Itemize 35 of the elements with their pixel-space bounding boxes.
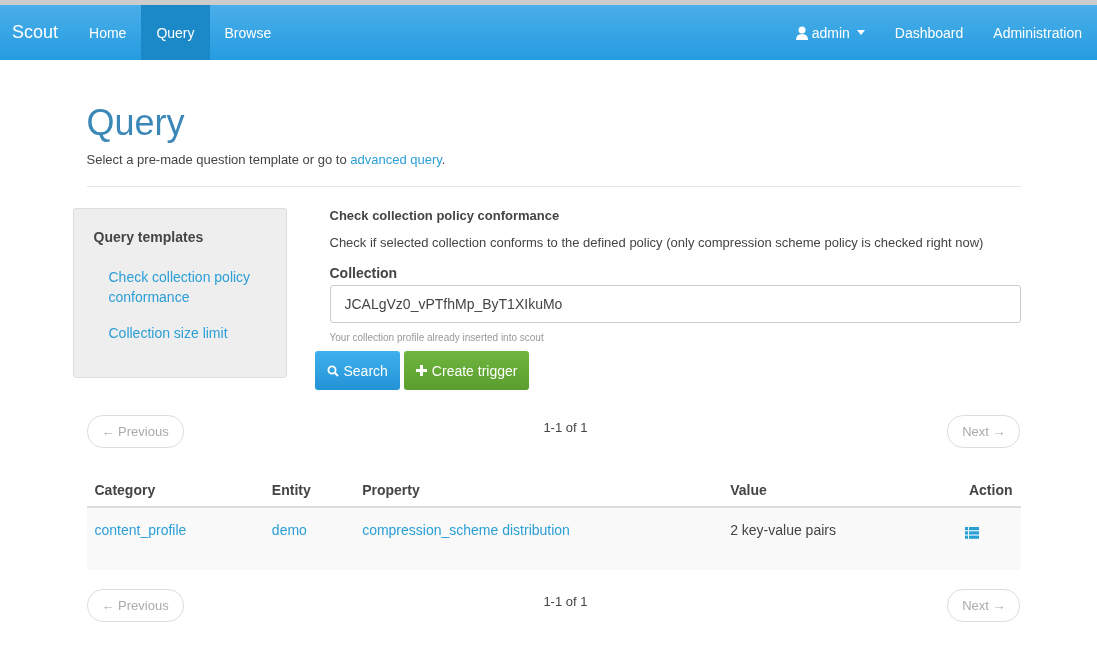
previous-button[interactable]: ← Previous	[86, 589, 184, 622]
brand-link[interactable]: Scout	[0, 5, 75, 60]
field-label: Collection	[329, 265, 399, 281]
list-icon[interactable]	[964, 527, 979, 539]
property-link[interactable]: compression_scheme distribution	[362, 522, 570, 538]
plus-icon	[415, 365, 427, 376]
nav-link[interactable]: Browse	[209, 5, 287, 60]
create-trigger-button[interactable]: Create trigger	[403, 351, 530, 390]
previous-button[interactable]: ← Previous	[86, 415, 184, 448]
page-count: 1-1 of 1	[543, 420, 588, 435]
entity-link[interactable]: demo	[271, 522, 307, 538]
user-menu[interactable]: admin	[780, 5, 880, 60]
nav-link[interactable]: Query	[141, 5, 210, 60]
advanced-query-link[interactable]: advanced query	[350, 152, 442, 167]
collection-field[interactable]: JCALgVz0_vPTfhMp_ByT1XIkuMo	[329, 285, 1021, 323]
help-text: Your collection profile already inserted into scout	[329, 332, 545, 343]
panel-title: Query templates	[93, 229, 205, 245]
caret-icon	[856, 30, 865, 35]
page-subtitle: Select a pre-made question template or go to advanced query.	[86, 152, 447, 167]
nav-link[interactable]: Dashboard	[879, 5, 979, 60]
next-button[interactable]: Next →	[947, 589, 1021, 622]
search-button[interactable]: Search	[314, 351, 400, 390]
page-title: Query	[86, 102, 186, 144]
user-icon	[795, 25, 808, 40]
nav-link[interactable]: Home	[74, 5, 142, 60]
template-title: Check collection policy conformance	[329, 208, 561, 223]
category-link[interactable]: content_profile	[94, 522, 187, 538]
nav-link[interactable]: Administration	[978, 5, 1097, 60]
template-link[interactable]: Collection size limit	[93, 315, 266, 351]
template-link[interactable]: Check collection policy conformance	[93, 259, 266, 315]
template-description: Check if selected collection conforms to the defined policy (only compression scheme policy is checked right now)	[329, 234, 985, 252]
search-icon	[326, 364, 339, 377]
page-count: 1-1 of 1	[543, 594, 588, 609]
value-text: 2 key-value pairs	[730, 522, 836, 538]
next-button[interactable]: Next →	[947, 415, 1021, 448]
